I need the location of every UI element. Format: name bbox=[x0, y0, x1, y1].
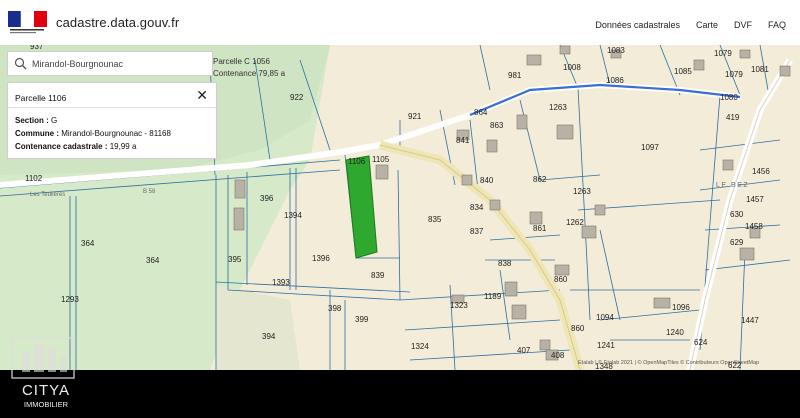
svg-text:1106: 1106 bbox=[348, 157, 366, 166]
hover-tooltip: Parcelle C 1056 Contenance 79,85 a bbox=[213, 56, 285, 80]
svg-text:981: 981 bbox=[508, 71, 522, 80]
contenance-row: Contenance cadastrale : 19,99 a bbox=[15, 142, 136, 151]
svg-text:1324: 1324 bbox=[411, 342, 429, 351]
citya-watermark: CITYA IMMOBILIER bbox=[4, 330, 82, 410]
svg-text:838: 838 bbox=[498, 259, 512, 268]
section-label: Section : bbox=[15, 116, 49, 125]
search-box[interactable]: Mirandol-Bourgnounac bbox=[7, 51, 213, 76]
nav-faq[interactable]: FAQ bbox=[768, 20, 786, 30]
svg-text:841: 841 bbox=[456, 136, 470, 145]
svg-text:921: 921 bbox=[408, 112, 422, 121]
svg-text:395: 395 bbox=[228, 255, 242, 264]
citya-logo-icon bbox=[11, 337, 75, 379]
svg-text:630: 630 bbox=[730, 210, 744, 219]
panel-divider bbox=[8, 107, 216, 108]
place-label-le-bez: LE BEZ bbox=[716, 182, 749, 189]
commune-row: Commune : Mirandol-Bourgnounac - 81168 bbox=[15, 129, 171, 138]
parcel-title: Parcelle 1106 bbox=[15, 93, 67, 103]
selected-parcel-1106[interactable] bbox=[345, 155, 378, 259]
search-input[interactable]: Mirandol-Bourgnounac bbox=[32, 59, 123, 69]
svg-text:922: 922 bbox=[290, 93, 304, 102]
svg-text:1240: 1240 bbox=[666, 328, 684, 337]
road-label-b58: B 58 bbox=[143, 189, 156, 195]
bottom-black-band bbox=[0, 370, 800, 418]
svg-text:862: 862 bbox=[533, 175, 547, 184]
svg-text:1097: 1097 bbox=[641, 143, 659, 152]
road-label-teulieres: Les Teulières bbox=[30, 192, 65, 198]
top-header: cadastre.data.gouv.fr Données cadastrale… bbox=[0, 0, 800, 45]
watermark-sub: IMMOBILIER bbox=[23, 400, 69, 409]
svg-text:629: 629 bbox=[730, 238, 744, 247]
svg-text:1241: 1241 bbox=[597, 341, 615, 350]
svg-text:1189: 1189 bbox=[484, 292, 502, 301]
svg-text:1323: 1323 bbox=[450, 301, 468, 310]
svg-text:1085: 1085 bbox=[674, 67, 692, 76]
svg-text:1083: 1083 bbox=[607, 46, 625, 55]
svg-text:837: 837 bbox=[470, 227, 484, 236]
svg-text:407: 407 bbox=[517, 346, 531, 355]
svg-text:1094: 1094 bbox=[596, 313, 614, 322]
watermark-name: CITYA bbox=[21, 382, 71, 399]
svg-text:1081: 1081 bbox=[751, 65, 769, 74]
svg-text:1396: 1396 bbox=[312, 254, 330, 263]
svg-text:834: 834 bbox=[470, 203, 484, 212]
section-row: Section : G bbox=[15, 116, 57, 125]
svg-text:860: 860 bbox=[571, 324, 585, 333]
svg-text:1263: 1263 bbox=[549, 103, 567, 112]
contenance-label: Contenance cadastrale : bbox=[15, 142, 108, 151]
svg-text:1457: 1457 bbox=[746, 195, 764, 204]
svg-text:364: 364 bbox=[146, 256, 160, 265]
site-brand[interactable]: cadastre.data.gouv.fr bbox=[56, 15, 179, 30]
svg-text:1096: 1096 bbox=[672, 303, 690, 312]
svg-text:1393: 1393 bbox=[272, 278, 290, 287]
meadow-area bbox=[216, 285, 300, 370]
svg-text:1293: 1293 bbox=[61, 295, 79, 304]
svg-text:398: 398 bbox=[328, 304, 342, 313]
svg-text:1079: 1079 bbox=[714, 49, 732, 58]
nav-carte[interactable]: Carte bbox=[696, 20, 718, 30]
tooltip-parcel: Parcelle C 1056 bbox=[213, 57, 270, 66]
republique-francaise-logo[interactable] bbox=[8, 9, 48, 35]
svg-text:1008: 1008 bbox=[563, 63, 581, 72]
svg-text:364: 364 bbox=[81, 239, 95, 248]
svg-text:1079: 1079 bbox=[725, 70, 743, 79]
svg-text:399: 399 bbox=[355, 315, 369, 324]
main-nav: Données cadastrales Carte DVF FAQ bbox=[595, 20, 786, 30]
svg-text:1102: 1102 bbox=[25, 174, 43, 183]
svg-text:1105: 1105 bbox=[372, 155, 390, 164]
svg-text:840: 840 bbox=[480, 176, 494, 185]
nav-dvf[interactable]: DVF bbox=[734, 20, 752, 30]
section-value: G bbox=[51, 116, 58, 125]
svg-text:1458: 1458 bbox=[745, 222, 763, 231]
svg-text:861: 861 bbox=[533, 224, 547, 233]
svg-text:1086: 1086 bbox=[606, 76, 624, 85]
close-icon[interactable]: ✕ bbox=[196, 87, 208, 104]
svg-text:835: 835 bbox=[428, 215, 442, 224]
svg-text:394: 394 bbox=[262, 332, 276, 341]
svg-text:1394: 1394 bbox=[284, 211, 302, 220]
svg-text:1262: 1262 bbox=[566, 218, 584, 227]
svg-text:839: 839 bbox=[371, 271, 385, 280]
svg-text:863: 863 bbox=[490, 121, 504, 130]
svg-text:624: 624 bbox=[694, 338, 708, 347]
svg-text:1456: 1456 bbox=[752, 167, 770, 176]
svg-text:1263: 1263 bbox=[573, 187, 591, 196]
svg-text:1447: 1447 bbox=[741, 316, 759, 325]
svg-text:860: 860 bbox=[554, 275, 568, 284]
map-attribution[interactable]: Etalab | © Etalab 2021 | © OpenMapTiles … bbox=[578, 360, 759, 366]
contenance-value: 19,99 a bbox=[109, 142, 137, 151]
svg-text:408: 408 bbox=[551, 351, 565, 360]
search-icon[interactable] bbox=[14, 57, 27, 70]
nav-donnees-cadastrales[interactable]: Données cadastrales bbox=[595, 20, 680, 30]
svg-text:419: 419 bbox=[726, 113, 740, 122]
svg-text:1080: 1080 bbox=[720, 93, 738, 102]
svg-text:864: 864 bbox=[474, 108, 488, 117]
parcel-info-panel: Parcelle 1106 ✕ Section : G Commune : Mi… bbox=[7, 82, 217, 159]
svg-text:396: 396 bbox=[260, 194, 274, 203]
commune-label: Commune : bbox=[15, 129, 59, 138]
commune-value: Mirandol-Bourgnounac - 81168 bbox=[61, 129, 171, 138]
tooltip-contenance: Contenance 79,85 a bbox=[213, 69, 286, 78]
